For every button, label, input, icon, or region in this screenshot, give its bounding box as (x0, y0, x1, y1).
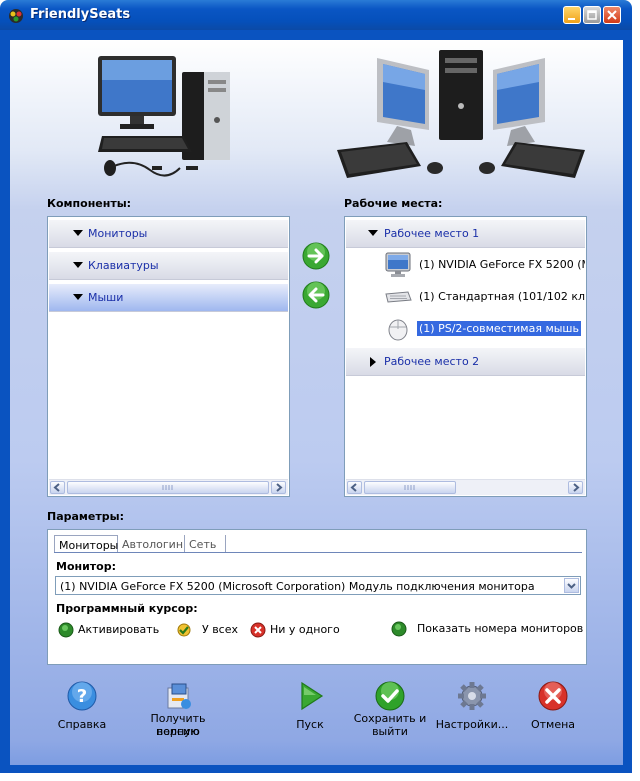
tab-divider (54, 552, 582, 553)
workplaces-hscrollbar[interactable] (346, 479, 585, 495)
components-group-monitors[interactable]: Мониторы (49, 220, 288, 248)
button-label: Пуск (296, 718, 324, 731)
monitor-select-value: (1) NVIDIA GeForce FX 5200 (Microsoft Co… (60, 580, 535, 593)
workplace-2-group[interactable]: Рабочее место 2 (346, 348, 585, 376)
green-dot-icon (58, 622, 74, 638)
title-bar[interactable]: FriendlySeats (0, 0, 632, 30)
check-icon (177, 623, 191, 637)
expand-arrow-icon (370, 357, 376, 367)
device-label: (1) PS/2-совместимая мышь (417, 321, 581, 336)
option-label: Ни у одного (270, 623, 340, 636)
maximize-button[interactable] (583, 6, 601, 24)
cancel-button[interactable]: Отмена (515, 680, 591, 748)
remove-from-workplace-button[interactable] (302, 281, 330, 309)
option-label: У всех (202, 623, 239, 636)
components-hscrollbar[interactable] (49, 479, 288, 495)
close-button[interactable] (603, 6, 621, 24)
show-monitor-numbers-toggle[interactable]: Показать номера мониторов (391, 621, 583, 640)
mouse-icon (388, 319, 408, 341)
group-label: Рабочее место 1 (384, 227, 480, 240)
package-icon (167, 683, 191, 709)
scroll-right-button[interactable] (271, 481, 286, 494)
help-icon: ? (67, 681, 97, 711)
gear-icon (458, 682, 486, 710)
scroll-left-button[interactable] (347, 481, 362, 494)
components-list[interactable]: Мониторы Клавиатуры Мыши (47, 216, 290, 497)
workplace-device-monitor[interactable]: (1) NVIDIA GeForce FX 5200 (Microsoft Co… (346, 249, 585, 281)
button-label: Справка (57, 718, 107, 731)
device-label: (1) Стандартная (101/102 клавиши) или кл… (419, 290, 585, 303)
params-panel: Мониторы Автологин Сеть Монитор: (1) NVI… (47, 529, 587, 665)
monitor-select[interactable]: (1) NVIDIA GeForce FX 5200 (Microsoft Co… (55, 576, 581, 595)
settings-button[interactable]: Настройки... (434, 680, 510, 748)
help-button[interactable]: ? Справка (44, 680, 120, 748)
workplaces-label: Рабочие места: (344, 197, 443, 210)
scroll-thumb[interactable] (67, 481, 269, 494)
save-and-exit-button[interactable]: Сохранить и выйти (352, 680, 428, 748)
scroll-right-button[interactable] (568, 481, 583, 494)
green-dot-icon (391, 621, 407, 637)
group-label: Мыши (88, 291, 124, 304)
minimize-button[interactable] (563, 6, 581, 24)
add-to-workplace-button[interactable] (302, 242, 330, 270)
play-icon (301, 681, 324, 711)
checkmark-icon (375, 681, 405, 711)
window-title: FriendlySeats (30, 7, 131, 22)
cursor-activate-option[interactable]: Активировать (58, 622, 159, 641)
monitor-label: Монитор: (56, 560, 117, 573)
scroll-thumb[interactable] (364, 481, 456, 494)
collapse-arrow-icon (73, 262, 83, 268)
dropdown-button[interactable] (564, 578, 579, 593)
workplace-device-keyboard[interactable]: (1) Стандартная (101/102 клавиши) или кл… (346, 281, 585, 313)
red-x-icon (250, 622, 266, 638)
cursor-all-option[interactable]: У всех (176, 622, 238, 641)
group-label: Мониторы (88, 227, 148, 240)
button-label-line2: выйти (372, 725, 408, 738)
collapse-arrow-icon (73, 294, 83, 300)
cursor-none-option[interactable]: Ни у одного (250, 622, 340, 641)
button-label-line1: Сохранить и (353, 712, 427, 725)
keyboard-icon (385, 291, 412, 303)
workplace-device-mouse[interactable]: (1) PS/2-совместимая мышь (346, 313, 585, 345)
tab-monitors[interactable]: Мониторы (54, 535, 118, 553)
params-label: Параметры: (47, 510, 124, 523)
app-icon (9, 9, 23, 23)
collapse-arrow-icon (73, 230, 83, 236)
single-computer-illustration (98, 56, 230, 177)
components-group-keyboards[interactable]: Клавиатуры (49, 252, 288, 280)
group-label: Рабочее место 2 (384, 355, 480, 368)
monitor-icon (385, 252, 411, 277)
multi-seat-illustration (337, 50, 585, 178)
client-area: Компоненты: Рабочие места: Мониторы Клав… (10, 40, 623, 765)
app-window: FriendlySeats Компоненты: Рабочие места:… (0, 0, 640, 781)
workplace-1-group[interactable]: Рабочее место 1 (346, 220, 585, 248)
option-label: Показать номера мониторов (417, 622, 584, 635)
device-label: (1) NVIDIA GeForce FX 5200 (Microsoft Co… (419, 258, 585, 271)
cancel-icon (538, 681, 568, 711)
components-group-mice[interactable]: Мыши (49, 284, 288, 312)
tab-autologin[interactable]: Автологин (118, 535, 185, 553)
scroll-left-button[interactable] (50, 481, 65, 494)
tab-network[interactable]: Сеть (185, 535, 226, 553)
collapse-arrow-icon (368, 230, 378, 236)
option-label: Активировать (78, 623, 160, 636)
workplaces-list[interactable]: Рабочее место 1 (1) NVIDIA GeForce FX 52… (344, 216, 587, 497)
button-label: Настройки... (435, 718, 509, 731)
cursor-label: Программный курсор: (56, 602, 198, 615)
button-label-line2: версию (156, 725, 200, 738)
button-label: Отмена (530, 718, 576, 731)
svg-text:?: ? (77, 686, 87, 707)
group-label: Клавиатуры (88, 259, 159, 272)
components-label: Компоненты: (47, 197, 132, 210)
start-button[interactable]: Пуск (272, 680, 348, 748)
chevron-down-icon (567, 583, 576, 589)
get-full-version-button[interactable]: Получить полную версию (130, 680, 226, 748)
